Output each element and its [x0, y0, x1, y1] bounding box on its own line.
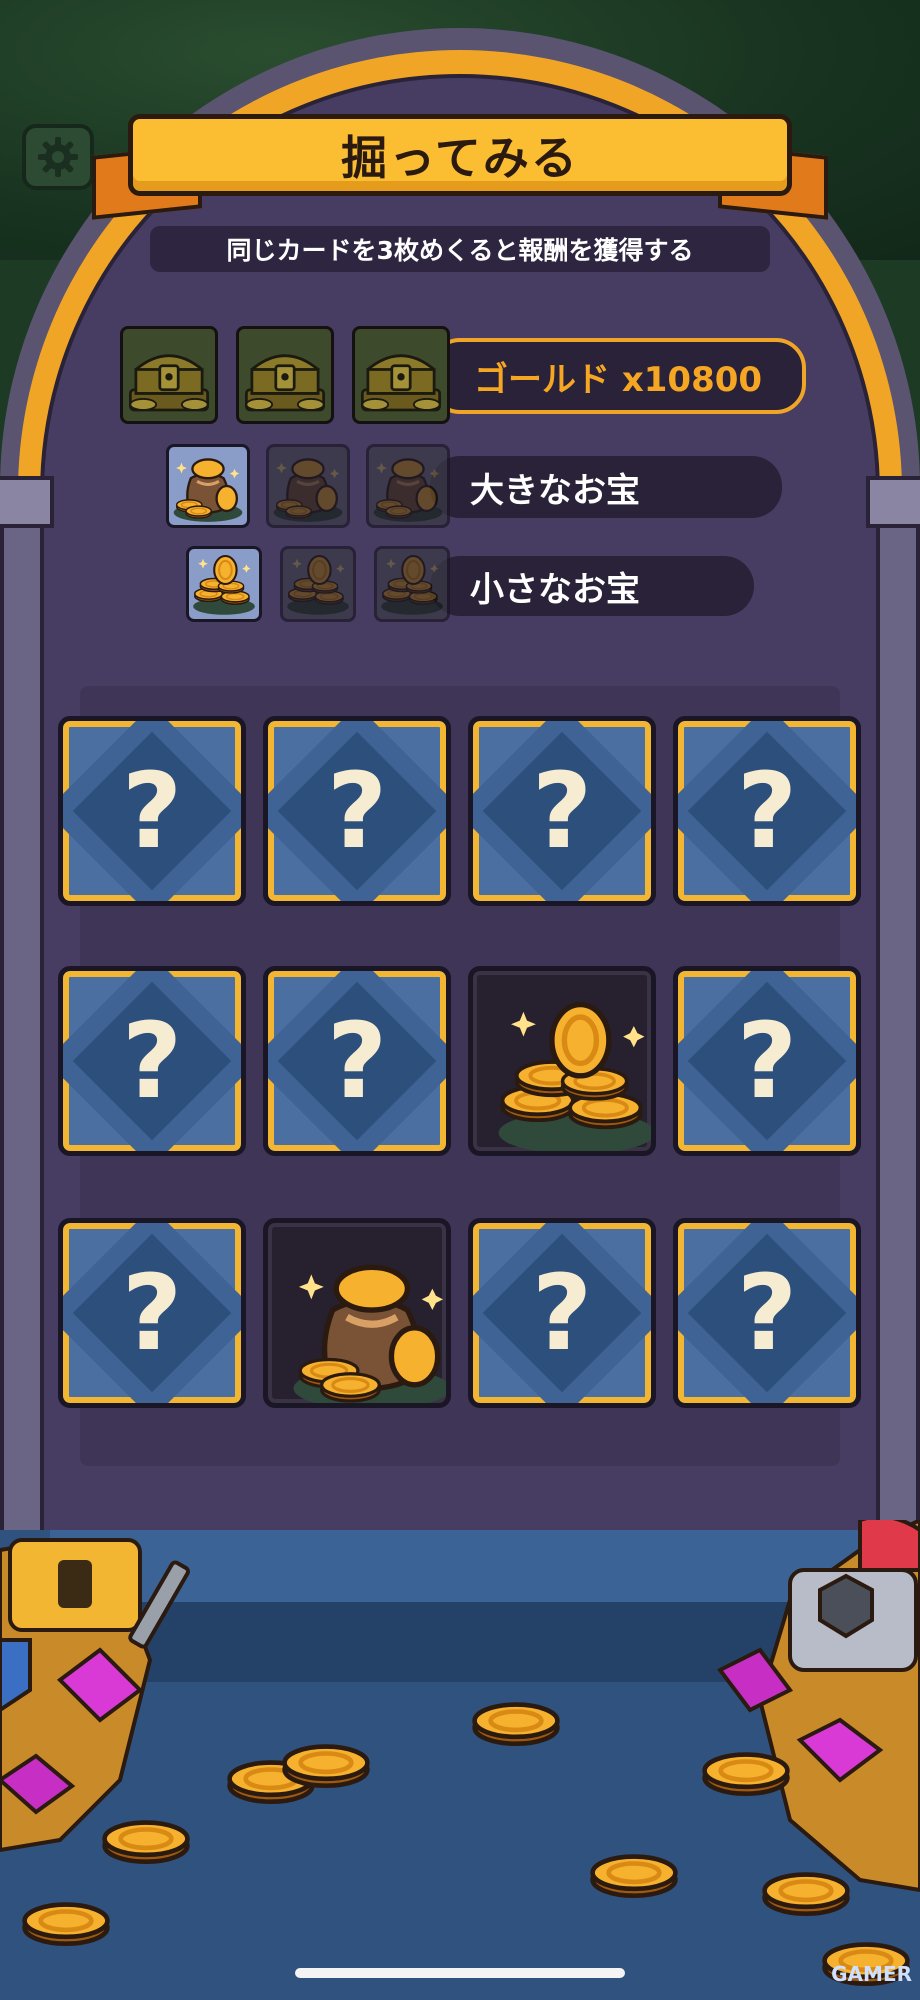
card-7[interactable]: [468, 966, 656, 1156]
left-pillar-cap: [0, 476, 54, 528]
title-ribbon: 掘ってみる: [128, 114, 792, 196]
question-mark-icon: ?: [531, 750, 593, 872]
question-mark-icon: ?: [121, 750, 183, 872]
question-mark-icon: ?: [736, 1000, 798, 1122]
reward-slot-3: [352, 326, 450, 424]
question-mark-icon: ?: [531, 1252, 593, 1374]
coin-bag-icon: [269, 447, 347, 525]
home-indicator[interactable]: [295, 1968, 625, 1978]
card-11[interactable]: ?: [468, 1218, 656, 1408]
question-mark-icon: ?: [736, 750, 798, 872]
card-6[interactable]: ?: [263, 966, 451, 1156]
watermark: GAMER: [831, 1962, 912, 1986]
question-mark-icon: ?: [326, 1000, 388, 1122]
reward-label-gold: ゴールド x10800: [430, 338, 806, 414]
question-mark-icon: ?: [121, 1252, 183, 1374]
reward-slot-2: [236, 326, 334, 424]
settings-button[interactable]: [22, 124, 94, 190]
treasure-chest-icon: [123, 329, 215, 421]
right-pillar: [876, 480, 920, 1540]
card-2[interactable]: ?: [263, 716, 451, 906]
instructions-text: 同じカードを3枚めくると報酬を獲得する: [150, 226, 770, 272]
gear-icon: [38, 137, 78, 177]
treasure-chest-icon: [239, 329, 331, 421]
card-8[interactable]: ?: [673, 966, 861, 1156]
coin-pile-icon: [473, 971, 651, 1151]
reward-slot-3: [366, 444, 450, 528]
card-12[interactable]: ?: [673, 1218, 861, 1408]
card-10[interactable]: [263, 1218, 451, 1408]
coin-bag-icon: [169, 447, 247, 525]
reward-slot-3: [374, 546, 450, 622]
reward-slot-2: [266, 444, 350, 528]
card-4[interactable]: ?: [673, 716, 861, 906]
reward-label-small: 小さなお宝: [430, 556, 754, 616]
reward-slot-2: [280, 546, 356, 622]
coin-bag-icon: [369, 447, 447, 525]
coin-pile-icon: [283, 549, 353, 619]
reward-slot-1: [166, 444, 250, 528]
question-mark-icon: ?: [326, 750, 388, 872]
reward-slot-1: [186, 546, 262, 622]
question-mark-icon: ?: [736, 1252, 798, 1374]
coin-pile-icon: [377, 549, 447, 619]
reward-slot-1: [120, 326, 218, 424]
page-title: 掘ってみる: [341, 131, 579, 185]
coin-pile-icon: [189, 549, 259, 619]
right-pillar-cap: [866, 476, 920, 528]
coin-bag-icon: [268, 1223, 446, 1403]
treasure-chest-icon: [355, 329, 447, 421]
card-1[interactable]: ?: [58, 716, 246, 906]
left-pillar: [0, 480, 44, 1540]
card-9[interactable]: ?: [58, 1218, 246, 1408]
question-mark-icon: ?: [121, 1000, 183, 1122]
card-5[interactable]: ?: [58, 966, 246, 1156]
card-3[interactable]: ?: [468, 716, 656, 906]
treasure-pile-decoration: [0, 1520, 920, 2000]
reward-label-big: 大きなお宝: [430, 456, 782, 518]
